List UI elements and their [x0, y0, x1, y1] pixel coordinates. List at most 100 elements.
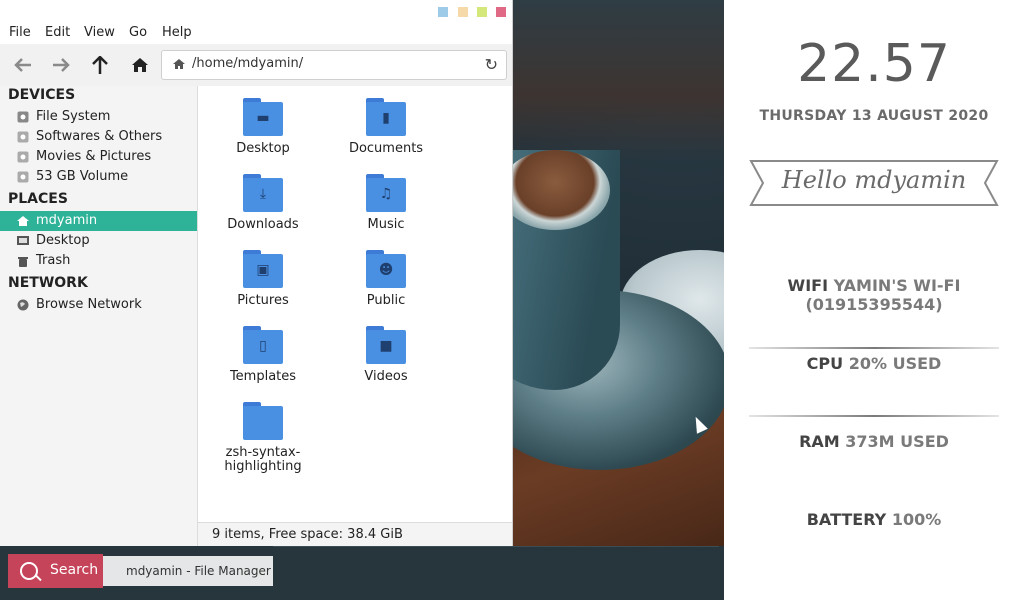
- folder-icon: ☻: [366, 250, 406, 288]
- drive-icon: [17, 171, 29, 183]
- drive-icon: [17, 151, 29, 163]
- sidebar-item-label: mdyamin: [36, 213, 98, 228]
- search-icon: [20, 562, 38, 580]
- sidebar-item-home[interactable]: mdyamin: [0, 211, 197, 231]
- taskbar-divider: [273, 546, 719, 547]
- trash-icon: [17, 255, 29, 267]
- sidebar: DEVICES File System Softwares & Others M…: [0, 86, 198, 546]
- window-titlebar[interactable]: [0, 0, 512, 22]
- clock: 22.57: [797, 34, 951, 94]
- conky-panel: 22.57 THURSDAY 13 AUGUST 2020 Hello mdya…: [724, 0, 1024, 600]
- folder-icon: ▮: [366, 98, 406, 136]
- sidebar-item-softwares[interactable]: Softwares & Others: [0, 127, 197, 147]
- sidebar-item-label: Softwares & Others: [36, 129, 163, 144]
- sidebar-item-browse-network[interactable]: Browse Network: [0, 295, 197, 315]
- home-icon: [17, 215, 29, 227]
- folder-icon: ▬: [243, 98, 283, 136]
- sidebar-item-label: Browse Network: [36, 297, 142, 312]
- sidebar-item-desktop[interactable]: Desktop: [0, 231, 197, 251]
- up-button[interactable]: [89, 54, 111, 76]
- toolbar: /home/mdyamin/ ↻: [0, 44, 512, 87]
- address-bar[interactable]: /home/mdyamin/ ↻: [161, 50, 507, 80]
- folder-name: Desktop: [236, 141, 290, 156]
- date: THURSDAY 13 AUGUST 2020: [759, 108, 989, 124]
- folder-icon: ♫: [366, 174, 406, 212]
- sidebar-header-network: NETWORK: [8, 275, 88, 291]
- folder-item-pictures[interactable]: ▣ Pictures: [208, 250, 318, 308]
- arrow-right-icon: [53, 58, 70, 72]
- minimize-button[interactable]: [438, 7, 448, 17]
- wifi-stat: WIFI YAMIN'S WI-FI (01915395544): [724, 276, 1024, 314]
- search-button[interactable]: Search: [8, 554, 103, 588]
- divider: [749, 347, 999, 349]
- greeting-banner: Hello mdyamin: [749, 160, 999, 206]
- wifi-value: YAMIN'S WI-FI (01915395544): [805, 276, 961, 314]
- status-bar: 9 items, Free space: 38.4 GiB: [198, 522, 512, 547]
- folder-icon: ■: [366, 326, 406, 364]
- folder-item-public[interactable]: ☻ Public: [331, 250, 441, 308]
- globe-icon: [17, 299, 29, 311]
- battery-value: 100%: [891, 510, 942, 529]
- ram-value: 373M USED: [845, 432, 949, 451]
- file-view: ▬ Desktop ▮ Documents ⤓ Downloads ♫ Musi…: [198, 86, 512, 522]
- cpu-value: 20% USED: [848, 354, 942, 373]
- sidebar-item-volume[interactable]: 53 GB Volume: [0, 167, 197, 187]
- menu-file[interactable]: File: [9, 25, 31, 40]
- menu-edit[interactable]: Edit: [45, 25, 70, 40]
- sidebar-item-file-system[interactable]: File System: [0, 107, 197, 127]
- sidebar-item-movies[interactable]: Movies & Pictures: [0, 147, 197, 167]
- menu-help[interactable]: Help: [162, 25, 192, 40]
- sidebar-item-label: Trash: [36, 253, 71, 268]
- folder-icon: ⤓: [243, 174, 283, 212]
- folder-name: Public: [366, 293, 406, 308]
- back-button[interactable]: [12, 54, 34, 76]
- sidebar-item-label: File System: [36, 109, 111, 124]
- reload-icon[interactable]: ↻: [485, 55, 498, 74]
- greeting-text: Hello mdyamin: [781, 166, 967, 194]
- folder-item-zsh[interactable]: zsh-syntax-highlighting: [208, 402, 318, 474]
- drive-icon: [17, 111, 29, 123]
- ram-label: RAM: [799, 432, 840, 451]
- menu-bar: File Edit View Go Help: [0, 22, 512, 44]
- divider: [749, 415, 999, 417]
- sidebar-header-places: PLACES: [8, 191, 68, 207]
- cpu-stat: CPU 20% USED: [724, 354, 1024, 373]
- forward-button[interactable]: [50, 54, 72, 76]
- sidebar-header-devices: DEVICES: [8, 87, 76, 103]
- taskbar-item-file-manager[interactable]: mdyamin - File Manager: [103, 556, 273, 586]
- folder-name: Pictures: [237, 293, 289, 308]
- taskbar-item-label: mdyamin - File Manager: [126, 564, 271, 578]
- folder-item-documents[interactable]: ▮ Documents: [331, 98, 441, 156]
- wifi-label: WIFI: [787, 276, 829, 295]
- wallpaper-background: [512, 0, 724, 160]
- folder-icon: ▯: [243, 326, 283, 364]
- sidebar-item-label: Desktop: [36, 233, 90, 248]
- folder-icon: ▣: [243, 250, 283, 288]
- folder-name: Templates: [229, 369, 297, 384]
- home-button[interactable]: [129, 54, 151, 76]
- folder-icon: [243, 402, 283, 440]
- sidebar-item-trash[interactable]: Trash: [0, 251, 197, 271]
- file-manager-window: File Edit View Go Help /home/mdyamin/ ↻ …: [0, 0, 513, 547]
- menu-go[interactable]: Go: [129, 25, 147, 40]
- desktop-icon: [17, 235, 29, 247]
- home-icon: [132, 58, 148, 72]
- folder-item-downloads[interactable]: ⤓ Downloads: [208, 174, 318, 232]
- folder-item-desktop[interactable]: ▬ Desktop: [208, 98, 318, 156]
- maximize-button[interactable]: [458, 7, 468, 17]
- close-button[interactable]: [496, 7, 506, 17]
- status-text: 9 items, Free space: 38.4 GiB: [212, 527, 403, 542]
- folder-name: Videos: [364, 369, 408, 384]
- search-label: Search: [50, 562, 99, 578]
- shade-button[interactable]: [477, 7, 487, 17]
- wallpaper-cup-rim: [500, 150, 610, 230]
- ram-stat: RAM 373M USED: [724, 432, 1024, 451]
- folder-item-music[interactable]: ♫ Music: [331, 174, 441, 232]
- folder-item-templates[interactable]: ▯ Templates: [208, 326, 318, 384]
- sidebar-item-label: 53 GB Volume: [36, 169, 129, 184]
- drive-icon: [17, 131, 29, 143]
- home-icon: [173, 59, 185, 69]
- menu-view[interactable]: View: [84, 25, 115, 40]
- address-path: /home/mdyamin/: [192, 56, 304, 71]
- folder-item-videos[interactable]: ■ Videos: [331, 326, 441, 384]
